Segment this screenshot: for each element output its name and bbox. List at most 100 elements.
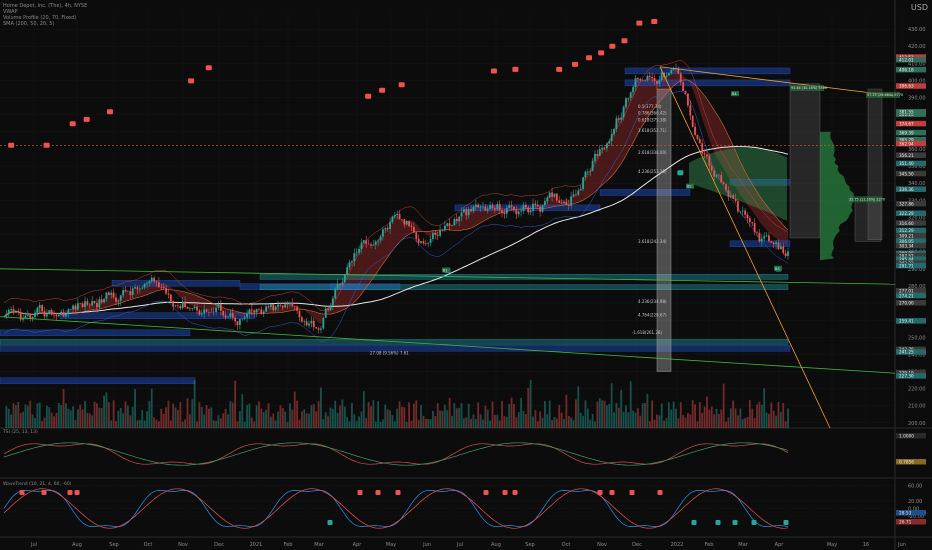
candle-body	[26, 314, 29, 316]
candle-body	[246, 313, 248, 318]
volume-bar	[756, 404, 758, 428]
volume-bar	[117, 410, 120, 428]
candle-body	[160, 286, 163, 288]
candle-body	[191, 308, 194, 309]
candle-body	[96, 302, 98, 308]
volume-bar	[744, 418, 747, 428]
candle-body	[317, 328, 320, 330]
volume-bar	[167, 400, 170, 428]
candle-body	[510, 205, 513, 207]
candle-body	[374, 241, 377, 245]
volume-bar	[672, 401, 675, 428]
volume-bar	[393, 421, 396, 428]
candle-body	[272, 304, 275, 311]
volume-bar	[298, 419, 301, 428]
volume-bar	[396, 408, 399, 428]
candle-body	[701, 143, 704, 154]
volume-bar	[169, 420, 172, 428]
price-tick-label: 420.00	[908, 44, 926, 50]
candle-body	[196, 306, 198, 311]
volume-bar	[62, 389, 65, 428]
volume-bar	[55, 412, 58, 428]
volume-bar	[34, 418, 36, 428]
volume-bar	[253, 421, 256, 428]
volume-bar	[19, 412, 22, 428]
candle-body	[88, 304, 91, 306]
time-tick-label: Oct	[562, 542, 571, 548]
volume-bar	[362, 391, 365, 428]
volume-bar	[65, 403, 67, 428]
candle-body	[310, 320, 313, 324]
volume-bar	[105, 392, 108, 428]
candle-body	[300, 317, 303, 322]
time-tick-label: Mar	[314, 542, 324, 548]
candle-body	[286, 304, 289, 305]
volume-bar	[634, 412, 637, 428]
volume-bar	[143, 420, 146, 428]
volume-bar	[148, 401, 151, 428]
wt-sell-marker	[19, 490, 25, 495]
candle-body	[667, 72, 670, 76]
candle-body	[50, 310, 53, 315]
volume-bar	[455, 408, 458, 428]
volume-bar	[212, 420, 215, 428]
candle-body	[45, 314, 48, 317]
volume-bar	[93, 401, 96, 428]
volume-bar	[732, 400, 735, 428]
candle-body	[429, 239, 432, 243]
candle-body	[493, 208, 496, 210]
candle-body	[591, 160, 594, 171]
candle-body	[289, 302, 291, 305]
volume-bar	[682, 415, 685, 428]
volume-bar	[374, 421, 377, 428]
candle-body	[508, 205, 511, 208]
volume-bar	[544, 400, 546, 428]
volume-bar	[636, 408, 639, 428]
volume-bar	[591, 414, 594, 428]
volume-bar	[656, 414, 658, 428]
volume-bar	[625, 405, 627, 428]
candle-body	[472, 206, 475, 212]
volume-bar	[322, 419, 325, 428]
candle-body	[255, 309, 258, 313]
volume-bar	[658, 415, 661, 428]
volume-bar	[446, 410, 449, 428]
volume-bar	[748, 400, 751, 428]
volume-bar	[782, 403, 785, 428]
volume-bar	[567, 415, 570, 428]
candle-body	[398, 213, 401, 220]
candle-body	[517, 211, 520, 215]
volume-bar	[272, 413, 275, 428]
volume-bar	[315, 411, 318, 428]
sell-signal-marker	[8, 142, 15, 148]
candle-body	[403, 219, 406, 225]
volume-bar	[310, 405, 313, 428]
candle-body	[608, 141, 611, 144]
candle-body	[625, 98, 627, 107]
volume-bar	[138, 419, 141, 428]
volume-bar	[205, 405, 208, 428]
candle-body	[622, 106, 625, 118]
annotation-tag: B4	[732, 92, 737, 96]
volume-bar	[558, 405, 561, 428]
candle-body	[381, 229, 384, 237]
volume-bar	[381, 419, 384, 428]
volume-bar	[107, 402, 110, 428]
liquidity-zone	[0, 377, 196, 384]
candle-body	[427, 242, 430, 244]
volume-bar	[448, 398, 451, 428]
volume-bar	[150, 388, 153, 428]
price-badge: 345.50	[899, 171, 914, 176]
price-badge: 274.21	[899, 293, 914, 298]
candle-body	[86, 301, 89, 305]
candle-body	[498, 204, 501, 211]
trading-chart[interactable]: 430.00420.00410.00400.00390.00380.00370.…	[0, 0, 932, 550]
volume-bar	[284, 411, 287, 428]
candle-body	[756, 232, 758, 233]
volume-bar	[687, 412, 689, 428]
candle-body	[62, 311, 65, 317]
volume-bar	[181, 421, 184, 428]
candle-body	[15, 310, 17, 312]
sell-signal-marker	[598, 50, 605, 56]
candle-body	[231, 313, 234, 318]
